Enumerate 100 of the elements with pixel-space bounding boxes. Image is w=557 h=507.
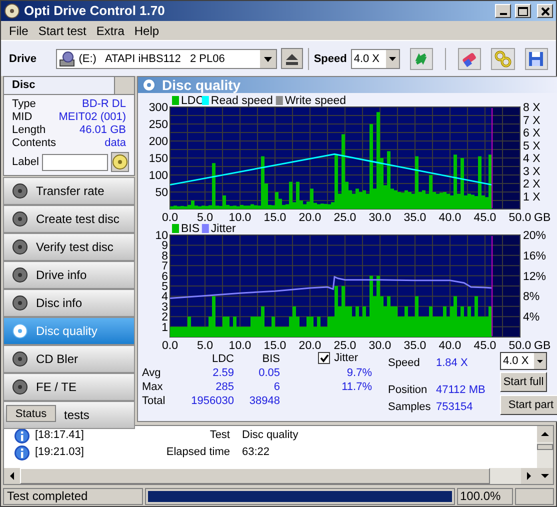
tick-label: 7 X <box>523 114 540 127</box>
table-cell-text: 285 <box>214 380 234 394</box>
tick-label: 8 X <box>523 102 540 114</box>
tick-label: 40.0 <box>438 212 462 222</box>
field-label: Type <box>12 97 36 112</box>
tick-label: 100 <box>148 170 168 182</box>
tick-label: 20.0 <box>298 212 322 222</box>
tick-label: 8 <box>162 250 168 262</box>
field-label: Length <box>12 123 46 138</box>
tick-label: 10.0 <box>228 340 252 350</box>
field-value: 46.01 GB <box>80 123 126 138</box>
tick-label: 25.0 <box>334 340 356 350</box>
tick-label: 50.0 <box>508 212 532 222</box>
tick-label: 12% <box>523 270 546 283</box>
tick-label: 5.0 <box>197 212 213 222</box>
tick-label: 5.0 <box>197 340 213 350</box>
tick-label: 150 <box>148 153 168 166</box>
tick-label: 3 <box>162 301 168 314</box>
tick-label: 250 <box>148 119 168 132</box>
checkbox-label: Jitter <box>334 350 359 366</box>
tick-label: 35.0 <box>404 340 426 350</box>
table-cell-text: 1956030 <box>190 394 234 408</box>
tick-label: 2 X <box>523 178 540 191</box>
legend-item: Write speed <box>276 95 346 108</box>
tick-label: 50.0 <box>508 340 532 350</box>
speed-label: Speed <box>314 52 347 66</box>
tick-label: 15.0 <box>264 212 286 222</box>
tick-label: 35.0 <box>404 212 426 222</box>
log-field: Test <box>115 427 230 444</box>
log-field: Elapsed time <box>115 444 230 461</box>
log-value: Disc quality <box>242 428 298 444</box>
progress-percent: 100.0% <box>457 488 513 505</box>
column-header: BIS <box>261 352 280 366</box>
jitter-value: 9.7% <box>346 366 372 380</box>
log-time: [18:17.41] <box>35 428 85 444</box>
table-cell-text: 6 <box>272 380 280 394</box>
disc-title: Disc <box>12 78 36 94</box>
tick-label: 0.0 <box>162 212 178 222</box>
field-label: Contents <box>12 136 56 152</box>
table-cell-text: 38948 <box>248 394 280 408</box>
jitter-value: 11.7% <box>342 380 372 394</box>
row-label: Avg <box>142 366 162 380</box>
tick-label: 1 <box>162 322 168 334</box>
tick-label: 300 <box>148 102 168 114</box>
tick-label: 9 <box>162 240 168 252</box>
tick-label: 5 <box>162 281 168 294</box>
info-label: Speed <box>388 356 421 372</box>
tick-label: 4 <box>162 291 168 304</box>
tick-label: 25.0 <box>334 212 356 222</box>
tick-label: 3 X <box>523 166 540 178</box>
field-value: data <box>104 136 126 152</box>
tick-label: 40.0 <box>438 340 462 350</box>
tick-label: 45.0 <box>474 340 496 350</box>
axis-label: GB <box>534 212 551 222</box>
legend-label: BIS <box>181 223 200 236</box>
tick-label: 6 X <box>523 128 540 140</box>
legend-item: BIS <box>172 223 200 236</box>
tick-label: 2 <box>162 312 168 324</box>
panel-title: Disc quality <box>162 76 241 95</box>
info-value: 47112 MB <box>436 382 486 398</box>
field-label: Label <box>12 154 39 170</box>
tick-label: 1 X <box>523 191 540 204</box>
tick-label: 200 <box>148 136 168 148</box>
legend-item: Jitter <box>202 223 236 236</box>
tick-label: 6 <box>162 270 168 283</box>
tick-label: 20% <box>523 230 546 242</box>
row-label: Total <box>142 394 166 408</box>
log-value: 63:22 <box>242 445 270 460</box>
tick-label: 4 X <box>523 153 540 166</box>
tick-label: 15.0 <box>264 340 286 350</box>
drive-label: Drive <box>9 52 38 66</box>
table-cell-text: 2.59 <box>212 366 234 380</box>
tick-label: 8% <box>523 291 540 304</box>
table-cell-text: 0.05 <box>258 366 280 380</box>
tick-label: 30.0 <box>368 340 392 350</box>
field-label: MID <box>12 110 32 125</box>
tick-label: 10.0 <box>228 212 252 222</box>
status-text: Test completed <box>3 488 143 505</box>
tick-label: 30.0 <box>368 212 392 222</box>
axis-label: GB <box>534 340 551 350</box>
tick-label: 10 <box>155 230 168 242</box>
legend-label: Jitter <box>210 223 236 236</box>
field-value: BD-R DL <box>82 97 126 112</box>
tick-label: 0.0 <box>162 340 178 350</box>
tick-label: 16% <box>523 250 546 262</box>
tick-label: 45.0 <box>474 212 496 222</box>
tick-label: 20.0 <box>298 340 322 350</box>
log-time: [19:21.03] <box>35 445 85 460</box>
legend-item: Read speed <box>202 95 273 108</box>
field-value: MEIT02 (001) <box>58 110 126 125</box>
tick-label: 4% <box>523 312 540 324</box>
info-value: 1.84 X <box>436 356 469 372</box>
row-label: Max <box>142 380 164 394</box>
info-value: 753154 <box>436 400 474 416</box>
tick-label: 50 <box>155 187 168 200</box>
info-label: Position <box>388 382 428 398</box>
info-label: Samples <box>388 400 432 416</box>
column-header: LDC <box>210 352 234 366</box>
tick-label: 7 <box>162 260 168 273</box>
window-title: Opti Drive Control 1.70 <box>24 2 166 20</box>
